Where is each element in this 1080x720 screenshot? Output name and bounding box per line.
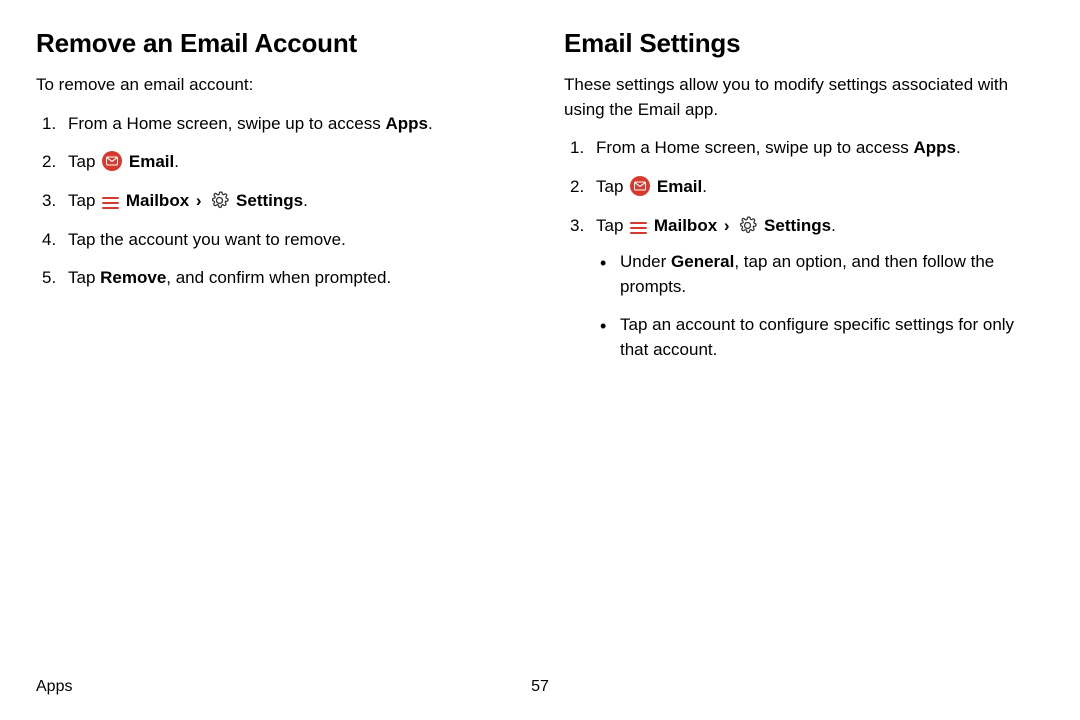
step-item: Tap the account you want to remove.: [36, 228, 516, 253]
mailbox-icon: [102, 196, 119, 210]
steps-list: From a Home screen, swipe up to access A…: [564, 136, 1044, 362]
text: .: [428, 114, 433, 133]
chevron-right-icon: ›: [724, 216, 730, 235]
heading-remove-email-account: Remove an Email Account: [36, 28, 516, 59]
two-column-layout: Remove an Email Account To remove an ema…: [36, 28, 1044, 377]
text: .: [956, 138, 961, 157]
bold-mailbox: Mailbox: [126, 191, 189, 210]
intro-text: To remove an email account:: [36, 73, 516, 98]
step-item: From a Home screen, swipe up to access A…: [36, 112, 516, 137]
sub-bullets: Under General, tap an option, and then f…: [596, 250, 1044, 363]
step-item: From a Home screen, swipe up to access A…: [564, 136, 1044, 161]
bold-email: Email: [129, 152, 174, 171]
text: From a Home screen, swipe up to access: [596, 138, 913, 157]
bullet-item: Under General, tap an option, and then f…: [596, 250, 1044, 299]
bold-settings: Settings: [236, 191, 303, 210]
step-item: Tap Email.: [564, 175, 1044, 200]
right-column: Email Settings These settings allow you …: [564, 28, 1044, 377]
step-item: Tap Mailbox › Settings. Under General, t…: [564, 214, 1044, 363]
steps-list: From a Home screen, swipe up to access A…: [36, 112, 516, 291]
text: .: [702, 177, 707, 196]
text: .: [174, 152, 179, 171]
email-icon: [630, 176, 650, 196]
step-item: Tap Remove, and confirm when prompted.: [36, 266, 516, 291]
intro-text: These settings allow you to modify setti…: [564, 73, 1044, 122]
text: Tap: [68, 191, 100, 210]
text: Under: [620, 252, 671, 271]
text: From a Home screen, swipe up to access: [68, 114, 385, 133]
text: Tap: [596, 177, 628, 196]
step-item: Tap Mailbox › Settings.: [36, 189, 516, 214]
email-icon: [102, 151, 122, 171]
left-column: Remove an Email Account To remove an ema…: [36, 28, 516, 377]
text: .: [303, 191, 308, 210]
footer-page-number: 57: [531, 678, 549, 696]
text: Tap: [68, 268, 100, 287]
chevron-right-icon: ›: [196, 191, 202, 210]
step-item: Tap Email.: [36, 150, 516, 175]
bold-apps: Apps: [913, 138, 956, 157]
gear-icon: [738, 216, 757, 235]
gear-icon: [210, 191, 229, 210]
heading-email-settings: Email Settings: [564, 28, 1044, 59]
bold-mailbox: Mailbox: [654, 216, 717, 235]
bullet-item: Tap an account to configure specific set…: [596, 313, 1044, 362]
bold-email: Email: [657, 177, 702, 196]
text: , and confirm when prompted.: [166, 268, 391, 287]
bold-apps: Apps: [385, 114, 428, 133]
mailbox-icon: [630, 221, 647, 235]
bold-settings: Settings: [764, 216, 831, 235]
text: Tap: [596, 216, 628, 235]
page-footer: Apps 57: [36, 678, 1044, 696]
bold-general: General: [671, 252, 734, 271]
text: .: [831, 216, 836, 235]
footer-section: Apps: [36, 678, 72, 696]
bold-remove: Remove: [100, 268, 166, 287]
text: Tap: [68, 152, 100, 171]
